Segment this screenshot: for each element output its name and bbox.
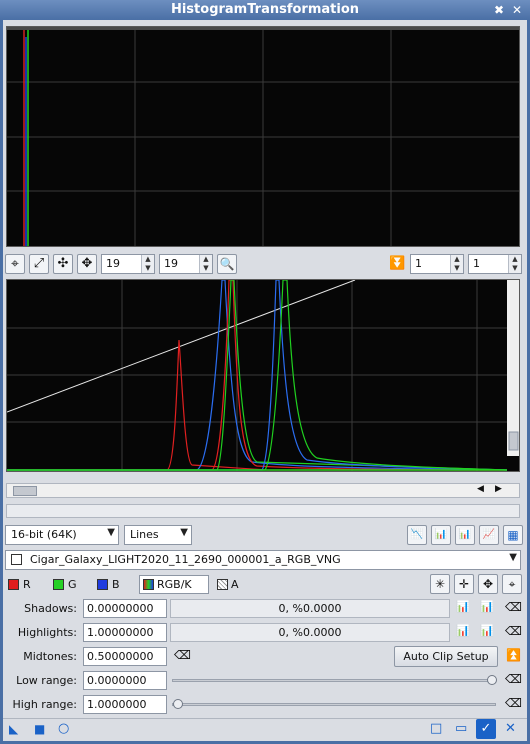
view-window-icon <box>11 554 22 565</box>
high-range-label: High range: <box>12 698 77 711</box>
blue-channel-label[interactable]: B <box>112 578 120 591</box>
auto-clip-setup-button[interactable]: Auto Clip Setup <box>394 646 498 667</box>
alpha-channel-label[interactable]: A <box>231 578 239 591</box>
crosshair-icon[interactable]: ⌖ <box>502 574 522 594</box>
browse-documentation-icon[interactable]: □ <box>430 721 442 736</box>
red-channel-swatch[interactable] <box>8 579 19 590</box>
vertical-zoom-spinbox[interactable]: 19 ▲ ▼ <box>159 254 213 274</box>
move-icon[interactable]: ✥ <box>478 574 498 594</box>
slider-handle[interactable] <box>487 675 497 685</box>
bottom-toolbar <box>3 718 527 740</box>
graph-style-select[interactable]: Lines ▼ <box>124 525 192 545</box>
scroll-left-icon[interactable]: ◀ <box>477 484 484 494</box>
spin-arrows-icon[interactable]: ▲ ▼ <box>141 255 154 273</box>
scrollbar-thumb[interactable] <box>13 486 37 496</box>
spin-arrows-icon[interactable]: ▲ ▼ <box>450 255 463 273</box>
reset-high-range-icon[interactable]: ⌫ <box>505 696 522 710</box>
scroll-right-icon[interactable]: ▶ <box>495 484 502 494</box>
document-icon[interactable]: ▭ <box>455 721 467 736</box>
clip-histogram-icon[interactable]: 📊 <box>456 624 470 637</box>
window-title: HistogramTransformation <box>170 2 360 17</box>
zoom-fit-icon[interactable]: ⤢ <box>29 254 49 274</box>
horizontal-zoom-value: 19 <box>106 257 120 270</box>
highlights-clipping-readout: 0, %0.0000 <box>170 623 450 642</box>
vertical-zoom-value: 19 <box>164 257 178 270</box>
chevron-down-icon: ▼ <box>509 552 517 563</box>
slider-handle[interactable] <box>173 699 183 709</box>
magnifier-icon[interactable]: 🔍 <box>217 254 237 274</box>
green-channel-swatch[interactable] <box>53 579 64 590</box>
resolution-select[interactable]: 16-bit (64K) ▼ <box>5 525 119 545</box>
status-strip <box>6 504 520 518</box>
shadows-label: Shadows: <box>24 602 77 615</box>
spin-arrows-icon[interactable]: ▲ ▼ <box>199 255 212 273</box>
rgbk-icon <box>143 579 154 590</box>
reset-shadows-icon[interactable]: ⌫ <box>505 600 522 614</box>
high-range-slider[interactable] <box>172 699 496 709</box>
resolution-value: 16-bit (64K) <box>11 528 77 541</box>
auto-clip-icon[interactable]: 📊 <box>480 624 494 637</box>
horizontal-zoom-spinbox[interactable]: 19 ▲ ▼ <box>101 254 155 274</box>
range-start-value: 1 <box>415 257 422 270</box>
close-icon[interactable]: ✕ <box>510 3 524 17</box>
input-histogram[interactable] <box>6 26 520 247</box>
view-name: Cigar_Galaxy_LIGHT2020_11_2690_000001_a_… <box>30 553 341 566</box>
range-end-spinbox[interactable]: 1 ▲ ▼ <box>468 254 522 274</box>
red-channel-label[interactable]: R <box>23 578 31 591</box>
green-channel-label[interactable]: G <box>68 578 77 591</box>
spin-arrows-icon[interactable]: ▲ ▼ <box>508 255 521 273</box>
rgbk-channel-label: RGB/K <box>157 578 192 591</box>
range-start-spinbox[interactable]: 1 ▲ ▼ <box>410 254 464 274</box>
blue-channel-swatch[interactable] <box>97 579 108 590</box>
range-end-value: 1 <box>473 257 480 270</box>
midtones-input[interactable]: 0.50000000 <box>83 647 167 666</box>
grid-icon[interactable]: ▦ <box>503 525 523 545</box>
high-range-input[interactable]: 1.0000000 <box>83 695 167 714</box>
reset-low-range-icon[interactable]: ⌫ <box>505 672 522 686</box>
shade-icon[interactable]: ✖ <box>492 3 506 17</box>
reset-midtones-icon[interactable]: ⌫ <box>174 648 191 662</box>
horizontal-scrollbar[interactable]: ◀ ▶ <box>6 483 520 498</box>
apply-checkmark-icon[interactable]: ✓ <box>476 719 496 739</box>
reset-all-icon[interactable]: ✕ <box>505 721 516 736</box>
low-range-label: Low range: <box>16 674 77 687</box>
view-select[interactable]: Cigar_Galaxy_LIGHT2020_11_2690_000001_a_… <box>5 550 521 570</box>
low-range-slider[interactable] <box>172 675 497 685</box>
shadows-input[interactable]: 0.00000000 <box>83 599 167 618</box>
highlights-input[interactable]: 1.00000000 <box>83 623 167 642</box>
pan-icon[interactable]: ✥ <box>77 254 97 274</box>
auto-clip-icon[interactable]: 📊 <box>480 600 494 613</box>
input-histogram-graph <box>7 27 519 246</box>
expand-icon[interactable]: ✣ <box>53 254 73 274</box>
shadows-clipping-readout: 0, %0.0000 <box>170 599 450 618</box>
rgbk-channel-button[interactable]: RGB/K <box>139 575 209 594</box>
histogram-curve-icon[interactable]: 📉 <box>407 525 427 545</box>
composite-histogram-icon[interactable]: 📊 <box>455 525 475 545</box>
clip-histogram-icon[interactable]: 📊 <box>456 600 470 613</box>
chevron-down-icon: ▼ <box>180 527 188 538</box>
reset-highlights-icon[interactable]: ⌫ <box>505 624 522 638</box>
output-histogram-graph <box>7 280 519 471</box>
low-range-input[interactable]: 0.0000000 <box>83 671 167 690</box>
double-chevron-up-icon[interactable]: ⏫ <box>506 648 521 662</box>
chevron-down-icon: ▼ <box>107 527 115 538</box>
title-bar: HistogramTransformation ✖ ✕ <box>0 0 530 20</box>
output-histogram[interactable] <box>6 279 520 472</box>
spark-icon[interactable]: ✳ <box>430 574 450 594</box>
target-icon[interactable]: ⌖ <box>5 254 25 274</box>
transfer-curve-icon[interactable]: 📈 <box>479 525 499 545</box>
graph-style-value: Lines <box>130 528 159 541</box>
highlights-label: Highlights: <box>17 626 77 639</box>
new-instance-icon[interactable]: ◣ <box>9 722 18 736</box>
alpha-channel-swatch[interactable] <box>217 579 228 590</box>
center-icon[interactable]: ✛ <box>454 574 474 594</box>
apply-global-icon[interactable]: ■ <box>34 722 45 736</box>
midtones-label: Midtones: <box>23 650 77 663</box>
rgb-histogram-icon[interactable]: 📊 <box>431 525 451 545</box>
real-time-preview-icon[interactable]: ○ <box>58 721 69 736</box>
double-chevron-down-icon[interactable]: ⏬ <box>389 255 405 273</box>
